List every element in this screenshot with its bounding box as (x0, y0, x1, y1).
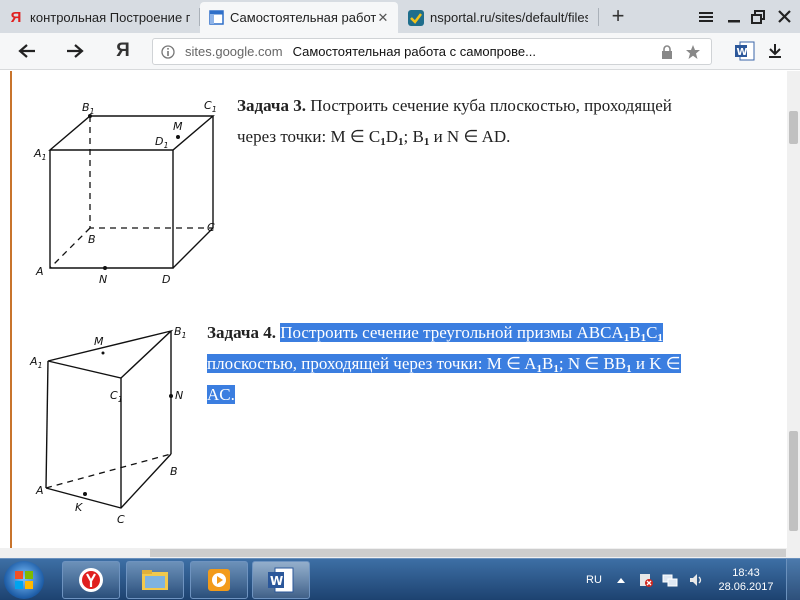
page-content: B1 C1 A1 D1 M B C A N D Задача 3. Постро… (0, 71, 787, 548)
tab-close-icon[interactable]: ✕ (376, 10, 390, 26)
prism-label-M: M (94, 335, 104, 348)
star-icon[interactable] (685, 44, 701, 60)
lock-icon[interactable] (659, 44, 675, 60)
windows-logo-icon (15, 571, 33, 589)
cube-label-C1: C1 (204, 99, 217, 114)
arrow-left-icon (18, 44, 35, 58)
site-info-icon[interactable] (160, 44, 176, 60)
start-button[interactable] (4, 561, 44, 599)
svg-text:W: W (737, 47, 748, 58)
downloads-button[interactable] (762, 39, 788, 63)
nsportal-icon (408, 9, 424, 26)
show-hidden-icons-icon[interactable] (616, 559, 626, 600)
cube-label-A1: A1 (33, 147, 47, 162)
url-field[interactable]: sites.google.com Самостоятельная работа … (152, 38, 712, 65)
download-icon (769, 44, 781, 58)
tab-strip: Я контрольная Построение п Самостоятельн… (0, 0, 800, 33)
cube-label-N: N (99, 273, 107, 286)
vertical-scrollbar[interactable] (787, 71, 800, 548)
task4-heading: Задача 4. (207, 323, 276, 342)
prism-figure: M B1 A1 C1 N B A K C (29, 325, 187, 526)
yandex-icon: Я (10, 9, 22, 26)
taskbar-yandex-browser[interactable] (62, 561, 120, 599)
horizontal-scrollbar[interactable] (0, 548, 800, 558)
prism-label-C: C (117, 513, 125, 526)
media-player-icon (208, 569, 230, 591)
restore-icon[interactable] (744, 0, 772, 33)
taskbar: W RU 18:43 28.06.2017 (0, 558, 800, 600)
forward-button[interactable] (62, 39, 88, 63)
google-sites-icon (208, 10, 224, 26)
close-window-icon[interactable] (770, 0, 798, 33)
language-indicator[interactable]: RU (586, 559, 602, 600)
action-center-icon[interactable] (638, 559, 654, 600)
taskbar-word[interactable]: W (252, 561, 310, 599)
cube-label-C: C (207, 221, 215, 234)
prism-label-A: A (35, 484, 44, 497)
prism-label-N: N (175, 389, 183, 402)
prism-label-B1: B1 (174, 325, 187, 340)
prism-label-B: B (170, 465, 178, 478)
clock-date: 28.06.2017 (718, 581, 774, 593)
folder-icon (142, 570, 168, 590)
accent-line (10, 71, 12, 548)
back-button[interactable] (14, 39, 40, 63)
taskbar-explorer[interactable] (126, 561, 184, 599)
tab-yandex[interactable]: Я контрольная Построение п (0, 2, 198, 33)
task3-line1: Построить сечение куба плоскостью, прохо… (310, 96, 672, 115)
scroll-thumb[interactable] (789, 111, 798, 144)
cube-label-M: M (173, 120, 183, 133)
address-bar: Я sites.google.com Самостоятельная работ… (0, 33, 800, 70)
volume-icon[interactable] (688, 559, 704, 600)
yandex-home-button[interactable]: Я (110, 39, 136, 63)
cube-label-A: A (35, 265, 44, 278)
show-desktop-button[interactable] (786, 559, 800, 600)
task4-line2: плоскостью, проходящей через точки: M ∈ … (207, 354, 681, 375)
prism-label-A1: A1 (29, 355, 43, 370)
task4-line3: AC. (207, 385, 235, 404)
task3-line2: через точки: M ∈ C1D1; B1 и N ∈ AD. (237, 127, 511, 148)
yandex-logo-icon: Я (116, 40, 130, 61)
task4-line1: Построить сечение треугольной призмы ABC… (280, 323, 663, 344)
url-host: sites.google.com (185, 44, 283, 59)
cube-label-B1: B1 (82, 101, 95, 116)
new-tab-button[interactable]: + (606, 4, 630, 28)
arrow-right-icon (67, 44, 84, 58)
scroll-thumb-lower[interactable] (789, 431, 798, 531)
cube-figure: B1 C1 A1 D1 M B C A N D (33, 99, 217, 286)
cube-label-D: D (162, 273, 170, 286)
network-icon[interactable] (662, 559, 678, 600)
tab-samostoyatelnaya[interactable]: Самостоятельная работа ✕ (200, 2, 398, 33)
url-page-title: Самостоятельная работа с самопрове... (292, 44, 536, 59)
svg-text:W: W (270, 574, 283, 588)
word-doc-icon: W (735, 41, 755, 61)
cube-label-B: B (88, 233, 96, 246)
word-extension-button[interactable]: W (732, 39, 758, 63)
word-icon: W (268, 567, 294, 593)
yandex-browser-icon (79, 568, 103, 592)
task3-text: Задача 3. Построить сечение куба плоскос… (237, 90, 672, 152)
taskbar-media-player[interactable] (190, 561, 248, 599)
task4-text: Задача 4. Построить сечение треугольной … (207, 317, 681, 410)
menu-icon[interactable] (692, 0, 720, 33)
tab-nsportal[interactable]: nsportal.ru/sites/default/files (400, 2, 596, 33)
system-clock[interactable]: 18:43 28.06.2017 (716, 566, 776, 594)
cube-label-D1: D1 (155, 135, 169, 150)
prism-label-K: K (75, 501, 83, 514)
tab-separator (598, 8, 599, 26)
horizontal-scroll-thumb[interactable] (150, 549, 786, 557)
clock-time: 18:43 (732, 567, 760, 579)
task3-heading: Задача 3. (237, 96, 306, 115)
